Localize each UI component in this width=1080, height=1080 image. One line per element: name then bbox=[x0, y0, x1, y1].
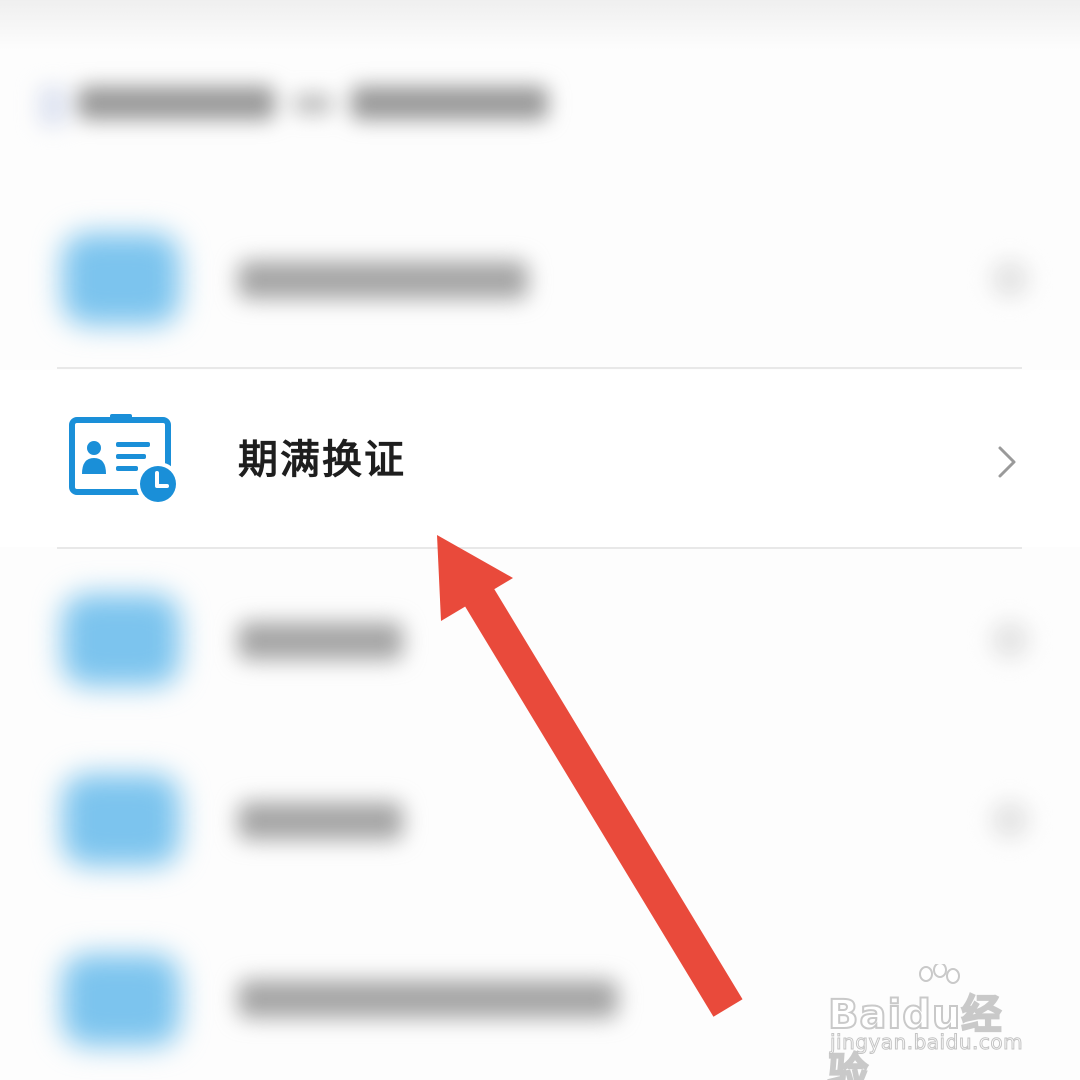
blurred-label bbox=[238, 802, 403, 840]
blurred-chevron bbox=[990, 620, 1030, 660]
watermark-url: jingyan.baidu.com bbox=[829, 1030, 1024, 1055]
divider bbox=[57, 547, 1022, 549]
blurred-label bbox=[238, 980, 618, 1018]
blurred-icon bbox=[62, 774, 180, 866]
list-item-label: 期满换证 bbox=[238, 437, 406, 483]
blurred-chevron bbox=[990, 259, 1030, 299]
blurred-chevron bbox=[990, 800, 1030, 840]
blurred-section-header bbox=[38, 86, 548, 126]
blurred-icon bbox=[62, 954, 180, 1046]
blurred-header-marker bbox=[38, 86, 68, 126]
blurred-icon bbox=[62, 233, 180, 325]
list-item-blurred[interactable] bbox=[0, 225, 1080, 335]
app-screen: 期满换证 Baidu经验 jingyan.baidu.com bbox=[0, 0, 1080, 1080]
blurred-header-text bbox=[350, 86, 548, 120]
blurred-label bbox=[238, 622, 403, 660]
blurred-header-separator bbox=[293, 94, 333, 114]
status-bar-shade bbox=[0, 0, 1080, 50]
list-item-renewal[interactable]: 期满换证 bbox=[0, 370, 1080, 547]
list-item-blurred[interactable] bbox=[0, 590, 1080, 700]
blurred-label bbox=[238, 261, 528, 299]
baidu-jingyan-watermark: Baidu经验 jingyan.baidu.com bbox=[827, 962, 1028, 1080]
blurred-icon bbox=[62, 594, 180, 686]
divider bbox=[57, 367, 1022, 369]
id-card-clock-icon bbox=[69, 414, 180, 506]
list-item-blurred[interactable] bbox=[0, 770, 1080, 880]
blurred-header-text bbox=[78, 86, 276, 120]
chevron-right-icon bbox=[998, 446, 1016, 478]
